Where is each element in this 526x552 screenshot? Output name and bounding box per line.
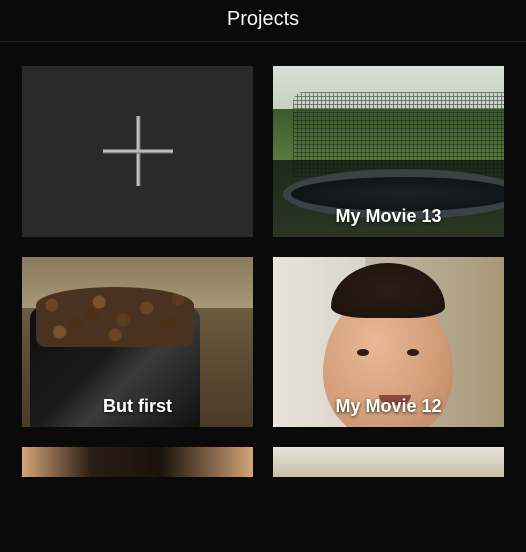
projects-grid: My Movie 13 But first My Movie 12 [0,42,526,477]
project-tile[interactable]: But first [22,257,253,428]
project-tile[interactable] [22,447,253,477]
project-thumbnail [22,447,253,477]
project-title: But first [22,396,253,417]
new-project-button[interactable] [22,66,253,237]
project-title: My Movie 13 [273,206,504,227]
page-title: Projects [0,8,526,31]
project-thumbnail [273,447,504,477]
header: Projects [0,0,526,42]
project-title: My Movie 12 [273,396,504,417]
project-tile[interactable]: My Movie 12 [273,257,504,428]
plus-icon [103,116,173,186]
project-tile[interactable]: My Movie 13 [273,66,504,237]
project-tile[interactable] [273,447,504,477]
